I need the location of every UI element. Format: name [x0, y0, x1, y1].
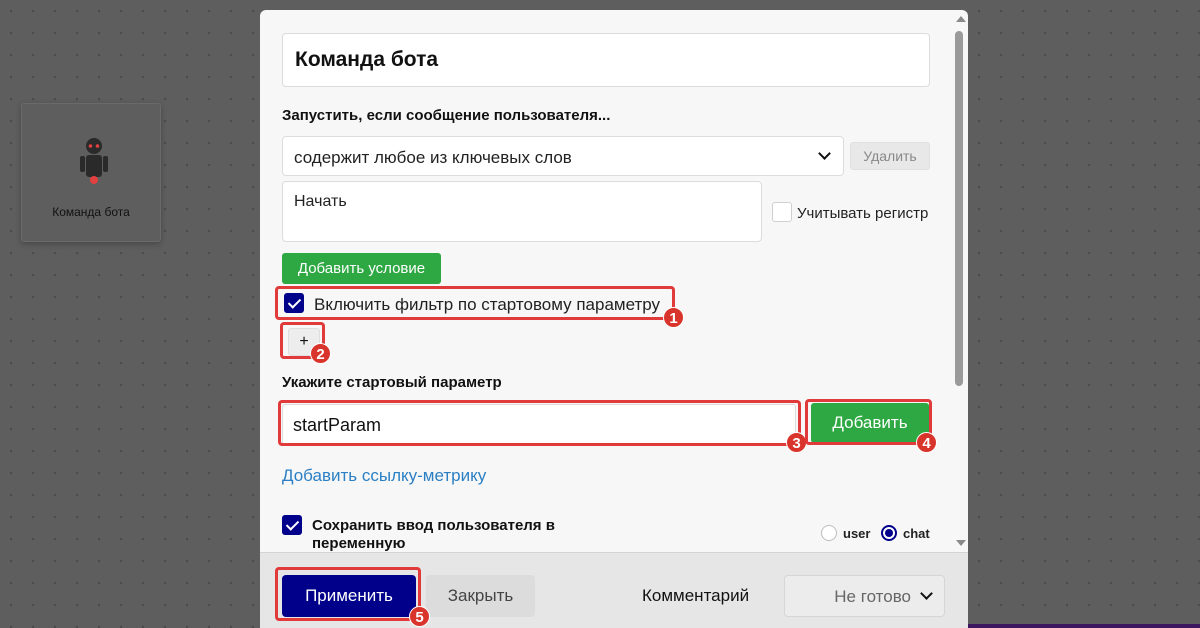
close-button[interactable]: Закрыть	[426, 575, 535, 617]
condition-select-value: содержит любое из ключевых слов	[294, 148, 572, 167]
case-sensitive-label: Учитывать регистр	[797, 205, 929, 222]
condition-select[interactable]: содержит любое из ключевых слов	[282, 136, 844, 176]
delete-condition-button[interactable]: Удалить	[850, 142, 930, 170]
save-input-label: Сохранить ввод пользователя в переменную	[312, 517, 555, 552]
scope-radio-chat-label: chat	[903, 526, 930, 541]
modal-scrollbar[interactable]	[952, 10, 968, 552]
annotation-highlight-add-button	[805, 399, 932, 445]
save-input-checkbox[interactable]	[282, 515, 302, 535]
annotation-badge-2: 2	[310, 343, 331, 364]
canvas-edge-strip	[968, 624, 1200, 628]
annotation-badge-4: 4	[916, 432, 937, 453]
scope-radio-chat[interactable]	[881, 525, 897, 541]
chevron-down-icon	[920, 587, 933, 600]
keywords-textarea[interactable]: Начать	[282, 181, 762, 242]
case-sensitive-checkbox[interactable]	[772, 202, 792, 222]
start-param-label: Укажите стартовый параметр	[282, 374, 502, 391]
node-label: Команда бота	[52, 205, 130, 219]
annotation-highlight-apply	[275, 567, 421, 621]
flow-node-bot-command[interactable]: Команда бота	[21, 103, 161, 242]
annotation-badge-3: 3	[786, 432, 807, 453]
add-metric-link[interactable]: Добавить ссылку-метрику	[282, 466, 486, 486]
scroll-down-arrow-icon[interactable]	[956, 540, 966, 546]
annotation-badge-1: 1	[663, 307, 684, 328]
status-select[interactable]: Не готово	[784, 575, 945, 617]
status-select-value: Не готово	[834, 587, 911, 606]
trigger-label: Запустить, если сообщение пользователя..…	[282, 107, 611, 124]
command-title-input[interactable]: Команда бота	[282, 33, 930, 87]
annotation-highlight-start-filter	[275, 286, 675, 320]
scope-radio-user[interactable]	[821, 525, 837, 541]
comment-label[interactable]: Комментарий	[642, 586, 749, 606]
scroll-up-arrow-icon[interactable]	[956, 16, 966, 22]
add-condition-button[interactable]: Добавить условие	[282, 253, 441, 284]
annotation-highlight-param-input	[278, 400, 801, 446]
annotation-badge-5: 5	[409, 606, 430, 627]
scope-radio-user-label: user	[843, 526, 871, 541]
modal-body: Команда бота Запустить, если сообщение п…	[260, 10, 952, 552]
robot-icon	[80, 138, 108, 184]
chevron-down-icon	[818, 147, 831, 160]
scrollbar-thumb[interactable]	[955, 31, 963, 386]
